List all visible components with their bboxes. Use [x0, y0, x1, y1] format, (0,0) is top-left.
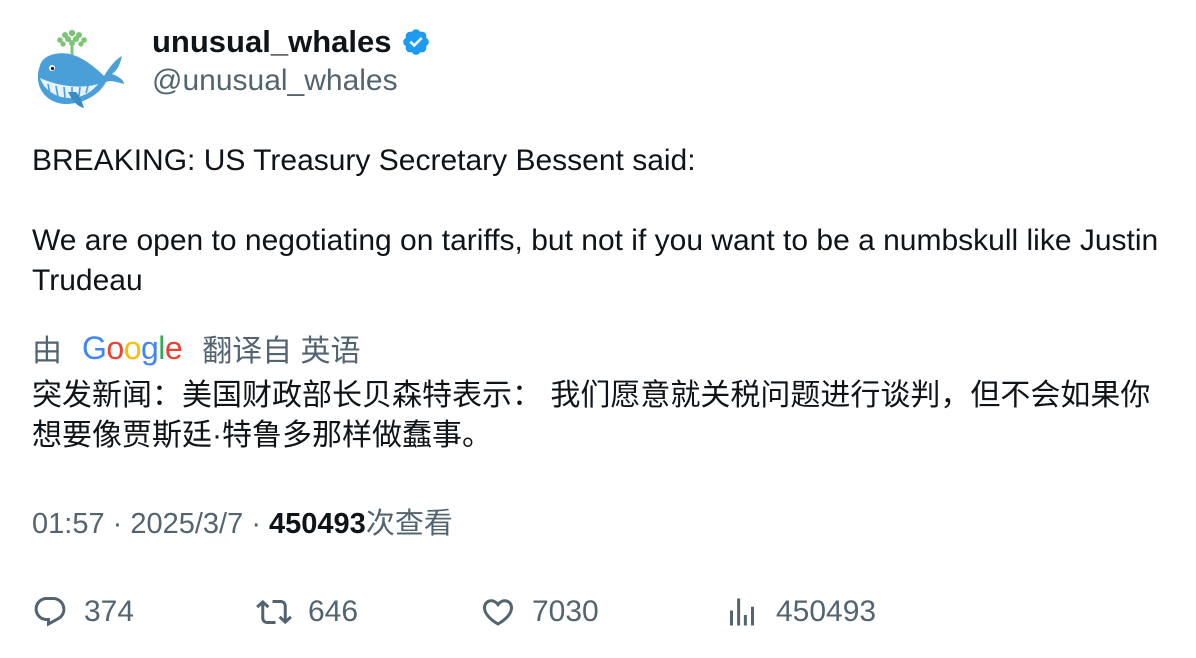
tweet-date[interactable]: 2025/3/7: [130, 508, 243, 540]
translation-suffix: 翻译自 英语: [202, 335, 361, 368]
translation-prefix: 由: [32, 335, 62, 368]
tweet-text: BREAKING: US Treasury Secretary Bessent …: [32, 141, 1172, 301]
author-handle[interactable]: @unusual_whales: [152, 62, 398, 100]
google-logo: Google: [82, 329, 183, 366]
author-display-name[interactable]: unusual_whales: [152, 22, 391, 62]
verified-badge-icon: [401, 27, 431, 57]
heart-icon: [482, 599, 514, 626]
tweet-text-line: BREAKING: US Treasury Secretary Bessent …: [32, 144, 696, 177]
reply-button[interactable]: 374: [32, 590, 134, 634]
translation-attribution[interactable]: 由 Google 翻译自 英语: [32, 328, 361, 369]
retweet-icon: [256, 599, 292, 625]
avatar[interactable]: [32, 26, 126, 112]
meta-separator: ·: [112, 508, 131, 540]
reply-icon: [34, 597, 66, 627]
translated-text: 突发新闻：美国财政部长贝森特表示： 我们愿意就关税问题进行谈判，但不会如果你想要…: [32, 379, 1151, 452]
views-button[interactable]: 450493: [724, 590, 876, 634]
tweet-time[interactable]: 01:57: [32, 508, 105, 540]
views-count: 450493: [269, 508, 366, 540]
author-name-row[interactable]: unusual_whales: [152, 22, 431, 62]
views-label: 次查看: [365, 508, 453, 540]
meta-separator: ·: [251, 508, 270, 540]
retweet-button[interactable]: 646: [256, 590, 358, 634]
like-count: 7030: [532, 595, 599, 628]
tweet-text-line: We are open to negotiating on tariffs, b…: [32, 224, 1159, 297]
views-action-count: 450493: [776, 595, 877, 628]
retweet-count: 646: [308, 595, 359, 628]
views-chart-icon: [730, 598, 754, 626]
tweet-meta: 01:57 · 2025/3/7 · 450493次查看: [32, 504, 453, 544]
reply-count: 374: [84, 595, 135, 628]
like-button[interactable]: 7030: [480, 590, 599, 634]
whale-logo-icon: [38, 29, 124, 108]
